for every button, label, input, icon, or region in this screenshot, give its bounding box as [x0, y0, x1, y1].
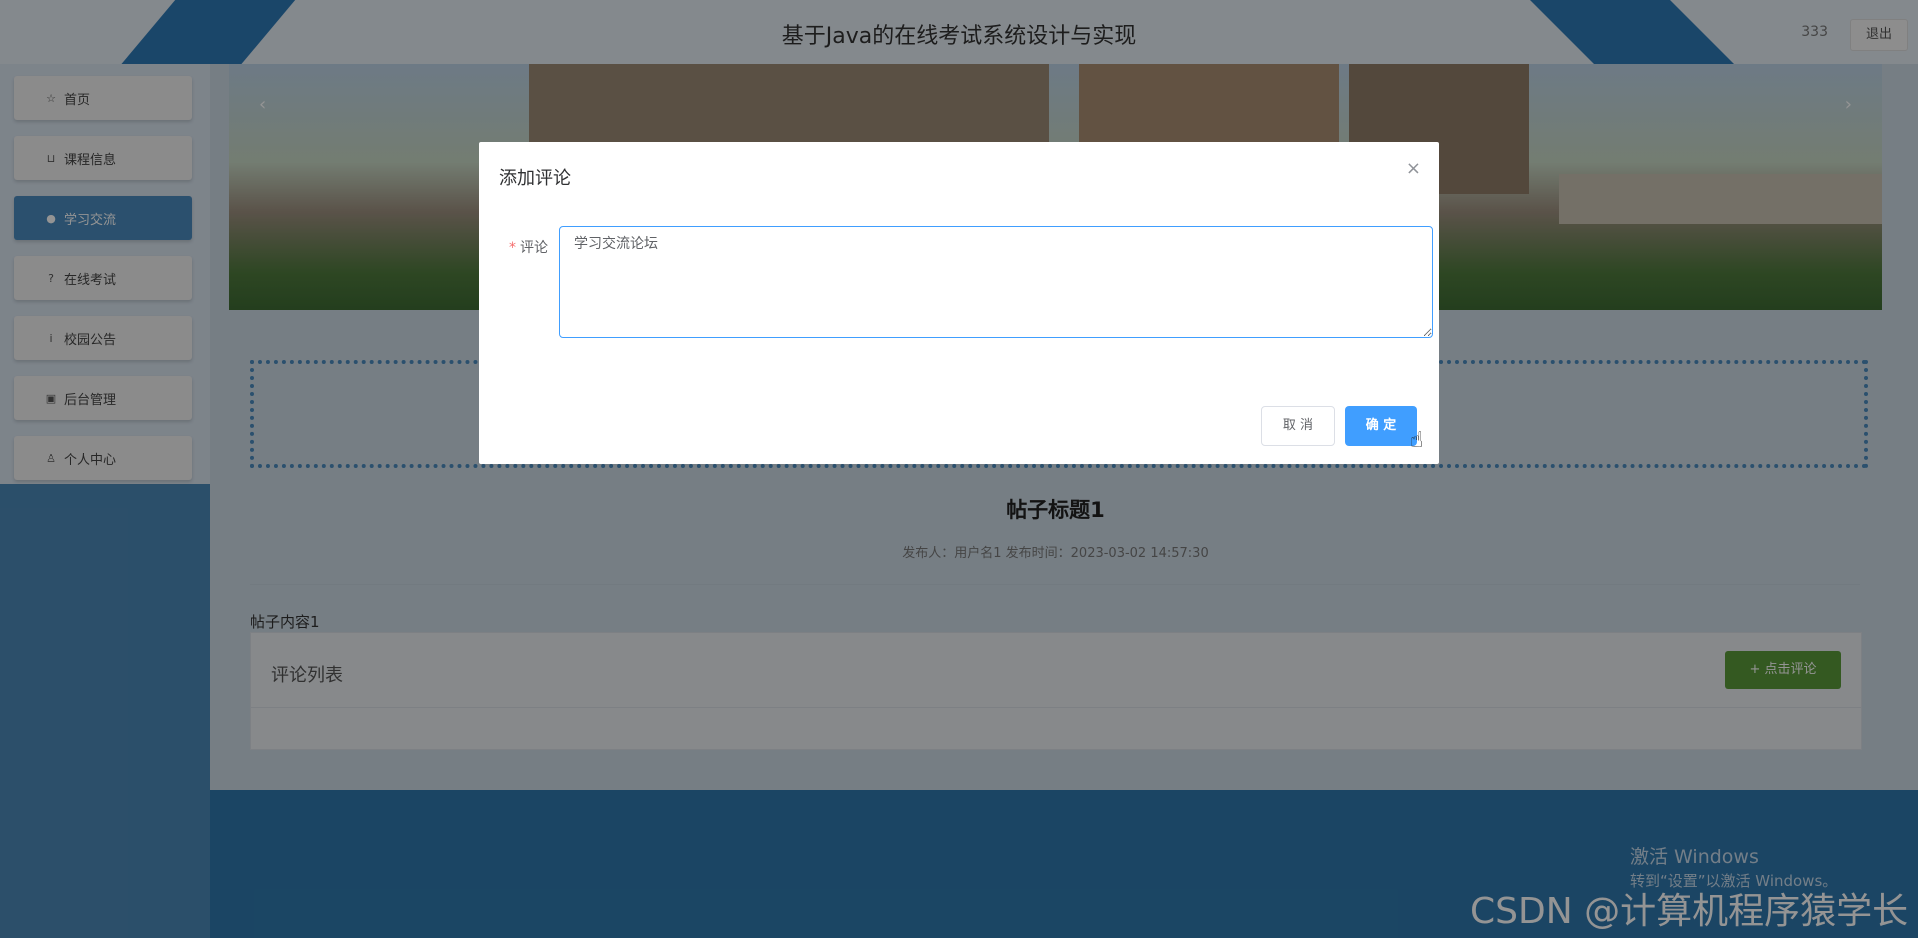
comment-field-label: * 评论 [509, 237, 548, 257]
add-comment-dialog: 添加评论 × * 评论 学习交流论坛 取 消 确 定 [479, 142, 1439, 464]
hand-cursor-icon: ☝ [1410, 428, 1424, 453]
confirm-button[interactable]: 确 定 [1345, 406, 1417, 446]
required-mark: * [509, 240, 516, 256]
comment-field-label-text: 评论 [520, 240, 548, 256]
comment-textarea[interactable]: 学习交流论坛 [559, 226, 1433, 338]
modal-overlay[interactable] [0, 0, 1918, 938]
close-icon[interactable]: × [1406, 158, 1421, 179]
cancel-button[interactable]: 取 消 [1261, 406, 1335, 446]
dialog-title: 添加评论 [499, 168, 571, 189]
